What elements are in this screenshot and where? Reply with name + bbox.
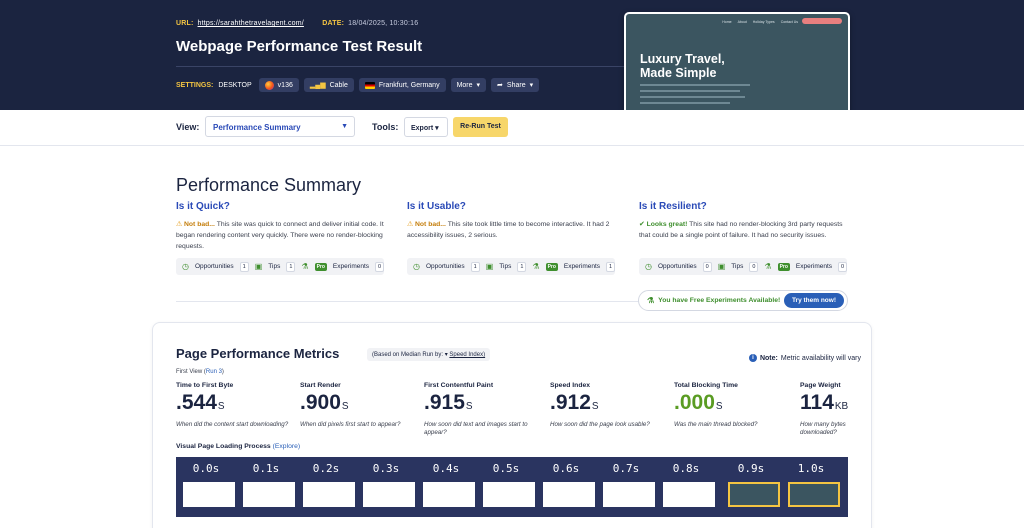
experiments-icon: ⚗: [647, 296, 655, 305]
usable-column: Is it Usable? ⚠ Not bad... This site too…: [407, 201, 617, 241]
metric-ttfb: Time to First Byte .544S When did the co…: [176, 382, 289, 428]
filmstrip-frame[interactable]: 0.0s: [176, 457, 236, 517]
filmstrip[interactable]: 0.0s 0.1s 0.2s 0.3s 0.4s 0.5s 0.6s 0.7s …: [176, 457, 848, 517]
warning-icon: ⚠: [176, 221, 183, 228]
quick-stats[interactable]: ◷ Opportunities 1 ▣ Tips 1 ⚗ Pro Experiments 0: [176, 258, 385, 275]
more-dropdown[interactable]: More ▾: [450, 78, 487, 92]
firefox-icon: [264, 80, 274, 90]
usable-summary: ⚠ Not bad... This site took little time …: [407, 221, 610, 239]
quick-heading[interactable]: Is it Quick?: [176, 201, 386, 212]
filmstrip-frame[interactable]: 0.9s: [721, 457, 781, 517]
header-divider: [176, 66, 626, 67]
chevron-down-icon: ▾: [529, 82, 534, 89]
try-them-button[interactable]: Try them now!: [783, 293, 844, 308]
filmstrip-frame[interactable]: 0.6s: [536, 457, 596, 517]
metric-tbt: Total Blocking Time .000S Was the main t…: [674, 382, 758, 428]
settings-label: SETTINGS:: [176, 81, 214, 89]
tips-icon: ▣: [485, 262, 494, 271]
metric-speed-index: Speed Index .912S How soon did the page …: [550, 382, 650, 428]
info-icon: i: [748, 354, 757, 362]
preview-heading: Luxury Travel, Made Simple: [640, 52, 725, 80]
metrics-title: Page Performance Metrics: [176, 346, 340, 361]
warning-icon: ⚠: [407, 221, 414, 228]
preview-text-line: [640, 102, 730, 104]
filmstrip-frame[interactable]: 0.8s: [656, 457, 716, 517]
chevron-down-icon: ▾: [444, 352, 448, 358]
preview-cta: [802, 18, 842, 24]
chevron-down-icon: ▾: [435, 125, 439, 132]
date-label: DATE:: [322, 20, 345, 27]
filmstrip-frame[interactable]: 0.4s: [416, 457, 476, 517]
chevron-down-icon: ▾: [476, 82, 481, 89]
filmstrip-frame[interactable]: 0.3s: [356, 457, 416, 517]
toolbar: [0, 110, 1024, 146]
export-dropdown[interactable]: Export ▾: [404, 117, 448, 137]
usable-stats[interactable]: ◷ Opportunities 1 ▣ Tips 1 ⚗ Pro Experiments 1: [407, 258, 616, 275]
chevron-down-icon: ▼: [341, 123, 348, 130]
share-icon: ➦: [497, 82, 503, 89]
visual-loading-label: Visual Page Loading Process (Explore): [176, 443, 301, 450]
free-experiments-text: You have Free Experiments Available!: [658, 297, 781, 304]
resilient-stats[interactable]: ◷ Opportunities 0 ▣ Tips 0 ⚗ Pro Experiments 0: [639, 258, 848, 275]
preview-text-line: [640, 90, 740, 92]
view-label: View:: [176, 122, 200, 132]
resilient-heading[interactable]: Is it Resilient?: [639, 201, 849, 212]
metric-page-weight: Page Weight 114KB How many bytes downloa…: [800, 382, 849, 436]
median-run-selector[interactable]: (Based on Median Run by: ▾ Speed Index): [367, 348, 491, 361]
browser-chip: v136: [258, 78, 299, 92]
resilient-column: Is it Resilient? ✔ Looks great! This sit…: [639, 201, 849, 241]
device-label: DESKTOP: [218, 81, 252, 89]
opportunities-icon: ◷: [645, 262, 652, 271]
tips-icon: ▣: [254, 262, 263, 271]
preview-text-line: [640, 96, 745, 98]
share-dropdown[interactable]: ➦ Share ▾: [491, 78, 540, 92]
test-date: 18/04/2025, 10:30:16: [348, 20, 419, 27]
run-link[interactable]: Run 3: [206, 369, 222, 375]
experiments-icon: ⚗: [301, 262, 309, 271]
explore-link[interactable]: (Explore): [273, 443, 301, 450]
rerun-test-button[interactable]: Re-Run Test: [453, 117, 508, 137]
metric-note: i Note: Metric availability will vary: [748, 354, 861, 362]
experiments-icon: ⚗: [764, 262, 772, 271]
summary-title: Performance Summary: [176, 175, 362, 195]
result-header: URL: https://sarahthetravelagent.com/ DAT…: [0, 0, 1024, 110]
opportunities-icon: ◷: [182, 262, 189, 271]
preview-nav: Home About Holiday Types Contact Us: [722, 20, 798, 24]
tips-icon: ▣: [717, 262, 726, 271]
view-select[interactable]: Performance Summary ▼: [205, 116, 355, 137]
quick-summary: ⚠ Not bad... This site was quick to conn…: [176, 221, 384, 250]
url-label: URL:: [176, 20, 194, 27]
tested-url-link[interactable]: https://sarahthetravelagent.com/: [198, 20, 304, 27]
germany-flag-icon: [364, 81, 375, 89]
experiments-icon: ⚗: [532, 262, 540, 271]
filmstrip-frame[interactable]: 1.0s: [781, 457, 841, 517]
opportunities-icon: ◷: [413, 262, 420, 271]
connection-chip: ▂▄▆ Cable: [303, 78, 354, 92]
filmstrip-frame[interactable]: 0.7s: [596, 457, 656, 517]
resilient-summary: ✔ Looks great! This site had no render-b…: [639, 221, 843, 239]
first-view-label: First View (Run 3): [176, 369, 224, 375]
filmstrip-frame[interactable]: 0.2s: [296, 457, 356, 517]
tools-label: Tools:: [372, 122, 399, 132]
check-circle-icon: ✔: [639, 221, 645, 228]
signal-bars-icon: ▂▄▆: [309, 82, 326, 89]
filmstrip-frame[interactable]: 0.1s: [236, 457, 296, 517]
page-title: Webpage Performance Test Result: [176, 38, 423, 55]
free-experiments-banner: ⚗ You have Free Experiments Available! T…: [638, 290, 848, 311]
metric-start-render: Start Render .900S When did pixels first…: [300, 382, 401, 428]
usable-heading[interactable]: Is it Usable?: [407, 201, 617, 212]
location-chip: Frankfurt, Germany: [358, 78, 446, 92]
preview-text-line: [640, 84, 750, 86]
test-meta: URL: https://sarahthetravelagent.com/ DAT…: [176, 20, 418, 27]
quick-column: Is it Quick? ⚠ Not bad... This site was …: [176, 201, 386, 252]
settings-bar: SETTINGS: DESKTOP v136 ▂▄▆ Cable Frankfur…: [176, 78, 540, 92]
metric-fcp: First Contentful Paint .915S How soon di…: [424, 382, 528, 436]
filmstrip-frame[interactable]: 0.5s: [476, 457, 536, 517]
